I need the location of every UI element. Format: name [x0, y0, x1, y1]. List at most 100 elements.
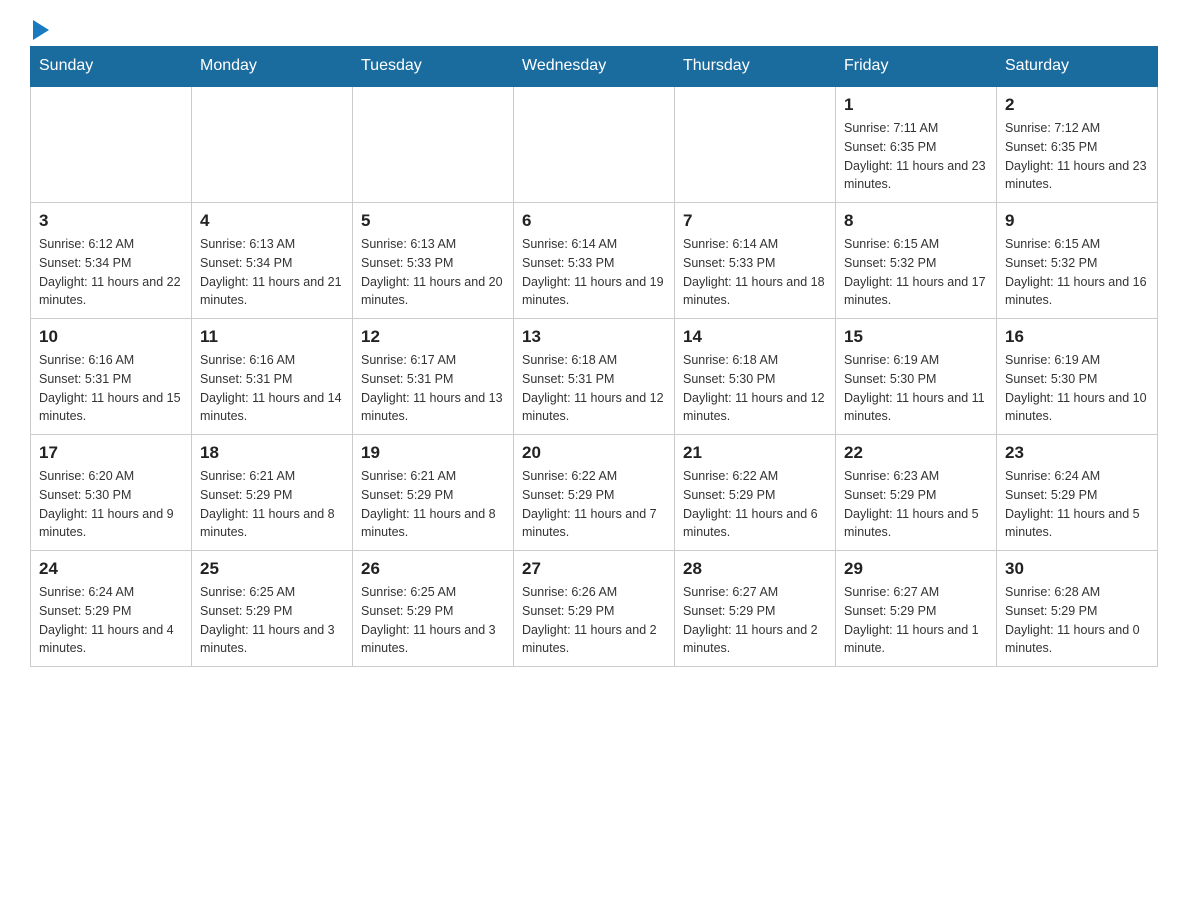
- day-number: 7: [683, 211, 827, 231]
- day-number: 26: [361, 559, 505, 579]
- day-of-week-header: Wednesday: [514, 47, 675, 87]
- day-number: 17: [39, 443, 183, 463]
- day-number: 1: [844, 95, 988, 115]
- calendar-header-row: SundayMondayTuesdayWednesdayThursdayFrid…: [31, 47, 1158, 87]
- day-number: 16: [1005, 327, 1149, 347]
- day-info: Sunrise: 6:13 AM Sunset: 5:34 PM Dayligh…: [200, 235, 344, 310]
- day-info: Sunrise: 6:20 AM Sunset: 5:30 PM Dayligh…: [39, 467, 183, 542]
- day-info: Sunrise: 6:16 AM Sunset: 5:31 PM Dayligh…: [39, 351, 183, 426]
- day-number: 21: [683, 443, 827, 463]
- day-info: Sunrise: 6:27 AM Sunset: 5:29 PM Dayligh…: [844, 583, 988, 658]
- calendar-week-row: 10Sunrise: 6:16 AM Sunset: 5:31 PM Dayli…: [31, 319, 1158, 435]
- day-number: 3: [39, 211, 183, 231]
- calendar-week-row: 3 Sunrise: 6:12 AM Sunset: 5:34 PM Daylig…: [31, 203, 1158, 319]
- calendar-day-cell: 11 Sunrise: 6:16 AM Sunset: 5:31 PM Dayli…: [192, 319, 353, 435]
- logo: [30, 20, 49, 36]
- calendar-table: SundayMondayTuesdayWednesdayThursdayFrid…: [30, 46, 1158, 667]
- calendar-day-cell: [675, 86, 836, 203]
- logo-arrow-icon: [33, 20, 49, 40]
- calendar-day-cell: 18 Sunrise: 6:21 AM Sunset: 5:29 PM Dayli…: [192, 435, 353, 551]
- day-info: Sunrise: 6:16 AM Sunset: 5:31 PM Dayligh…: [200, 351, 344, 426]
- calendar-day-cell: [192, 86, 353, 203]
- calendar-day-cell: 23 Sunrise: 6:24 AM Sunset: 5:29 PM Dayli…: [997, 435, 1158, 551]
- day-info: Sunrise: 6:14 AM Sunset: 5:33 PM Dayligh…: [522, 235, 666, 310]
- day-of-week-header: Saturday: [997, 47, 1158, 87]
- day-number: 13: [522, 327, 666, 347]
- day-number: 22: [844, 443, 988, 463]
- calendar-day-cell: 12Sunrise: 6:17 AM Sunset: 5:31 PM Dayli…: [353, 319, 514, 435]
- calendar-day-cell: 19Sunrise: 6:21 AM Sunset: 5:29 PM Dayli…: [353, 435, 514, 551]
- day-info: Sunrise: 6:28 AM Sunset: 5:29 PM Dayligh…: [1005, 583, 1149, 658]
- day-info: Sunrise: 6:21 AM Sunset: 5:29 PM Dayligh…: [200, 467, 344, 542]
- day-info: Sunrise: 6:15 AM Sunset: 5:32 PM Dayligh…: [1005, 235, 1149, 310]
- calendar-day-cell: 28 Sunrise: 6:27 AM Sunset: 5:29 PM Dayli…: [675, 551, 836, 667]
- day-number: 27: [522, 559, 666, 579]
- calendar-day-cell: 17 Sunrise: 6:20 AM Sunset: 5:30 PM Dayli…: [31, 435, 192, 551]
- day-info: Sunrise: 6:24 AM Sunset: 5:29 PM Dayligh…: [39, 583, 183, 658]
- day-of-week-header: Sunday: [31, 47, 192, 87]
- calendar-week-row: 17 Sunrise: 6:20 AM Sunset: 5:30 PM Dayli…: [31, 435, 1158, 551]
- day-info: Sunrise: 6:13 AM Sunset: 5:33 PM Dayligh…: [361, 235, 505, 310]
- calendar-day-cell: 24Sunrise: 6:24 AM Sunset: 5:29 PM Dayli…: [31, 551, 192, 667]
- day-number: 2: [1005, 95, 1149, 115]
- day-info: Sunrise: 6:19 AM Sunset: 5:30 PM Dayligh…: [844, 351, 988, 426]
- calendar-day-cell: 5 Sunrise: 6:13 AM Sunset: 5:33 PM Daylig…: [353, 203, 514, 319]
- calendar-day-cell: 16Sunrise: 6:19 AM Sunset: 5:30 PM Dayli…: [997, 319, 1158, 435]
- day-info: Sunrise: 7:11 AM Sunset: 6:35 PM Dayligh…: [844, 119, 988, 194]
- calendar-day-cell: 1 Sunrise: 7:11 AM Sunset: 6:35 PM Daylig…: [836, 86, 997, 203]
- day-info: Sunrise: 6:18 AM Sunset: 5:31 PM Dayligh…: [522, 351, 666, 426]
- day-number: 30: [1005, 559, 1149, 579]
- day-of-week-header: Thursday: [675, 47, 836, 87]
- calendar-day-cell: 8 Sunrise: 6:15 AM Sunset: 5:32 PM Daylig…: [836, 203, 997, 319]
- day-info: Sunrise: 6:15 AM Sunset: 5:32 PM Dayligh…: [844, 235, 988, 310]
- calendar-day-cell: 13 Sunrise: 6:18 AM Sunset: 5:31 PM Dayli…: [514, 319, 675, 435]
- day-info: Sunrise: 6:22 AM Sunset: 5:29 PM Dayligh…: [522, 467, 666, 542]
- calendar-day-cell: 9Sunrise: 6:15 AM Sunset: 5:32 PM Daylig…: [997, 203, 1158, 319]
- calendar-day-cell: 2 Sunrise: 7:12 AM Sunset: 6:35 PM Daylig…: [997, 86, 1158, 203]
- day-number: 5: [361, 211, 505, 231]
- day-number: 20: [522, 443, 666, 463]
- day-number: 8: [844, 211, 988, 231]
- day-info: Sunrise: 6:22 AM Sunset: 5:29 PM Dayligh…: [683, 467, 827, 542]
- day-number: 14: [683, 327, 827, 347]
- day-of-week-header: Friday: [836, 47, 997, 87]
- calendar-day-cell: 20 Sunrise: 6:22 AM Sunset: 5:29 PM Dayli…: [514, 435, 675, 551]
- day-number: 25: [200, 559, 344, 579]
- day-number: 29: [844, 559, 988, 579]
- calendar-day-cell: 25Sunrise: 6:25 AM Sunset: 5:29 PM Dayli…: [192, 551, 353, 667]
- calendar-day-cell: 14 Sunrise: 6:18 AM Sunset: 5:30 PM Dayli…: [675, 319, 836, 435]
- calendar-day-cell: 7 Sunrise: 6:14 AM Sunset: 5:33 PM Daylig…: [675, 203, 836, 319]
- day-info: Sunrise: 6:24 AM Sunset: 5:29 PM Dayligh…: [1005, 467, 1149, 542]
- day-number: 28: [683, 559, 827, 579]
- day-info: Sunrise: 6:14 AM Sunset: 5:33 PM Dayligh…: [683, 235, 827, 310]
- day-number: 18: [200, 443, 344, 463]
- calendar-day-cell: [31, 86, 192, 203]
- calendar-day-cell: 6Sunrise: 6:14 AM Sunset: 5:33 PM Daylig…: [514, 203, 675, 319]
- calendar-day-cell: 30 Sunrise: 6:28 AM Sunset: 5:29 PM Dayli…: [997, 551, 1158, 667]
- calendar-day-cell: 15 Sunrise: 6:19 AM Sunset: 5:30 PM Dayli…: [836, 319, 997, 435]
- day-info: Sunrise: 6:27 AM Sunset: 5:29 PM Dayligh…: [683, 583, 827, 658]
- day-info: Sunrise: 6:26 AM Sunset: 5:29 PM Dayligh…: [522, 583, 666, 658]
- page-header: [30, 20, 1158, 36]
- day-number: 23: [1005, 443, 1149, 463]
- calendar-day-cell: 29 Sunrise: 6:27 AM Sunset: 5:29 PM Dayli…: [836, 551, 997, 667]
- day-of-week-header: Tuesday: [353, 47, 514, 87]
- calendar-day-cell: 21 Sunrise: 6:22 AM Sunset: 5:29 PM Dayli…: [675, 435, 836, 551]
- calendar-day-cell: [514, 86, 675, 203]
- day-number: 15: [844, 327, 988, 347]
- day-info: Sunrise: 6:12 AM Sunset: 5:34 PM Dayligh…: [39, 235, 183, 310]
- calendar-day-cell: 22Sunrise: 6:23 AM Sunset: 5:29 PM Dayli…: [836, 435, 997, 551]
- calendar-week-row: 24Sunrise: 6:24 AM Sunset: 5:29 PM Dayli…: [31, 551, 1158, 667]
- calendar-day-cell: 4 Sunrise: 6:13 AM Sunset: 5:34 PM Daylig…: [192, 203, 353, 319]
- day-info: Sunrise: 6:25 AM Sunset: 5:29 PM Dayligh…: [361, 583, 505, 658]
- day-number: 11: [200, 327, 344, 347]
- calendar-week-row: 1 Sunrise: 7:11 AM Sunset: 6:35 PM Daylig…: [31, 86, 1158, 203]
- calendar-day-cell: [353, 86, 514, 203]
- calendar-day-cell: 27 Sunrise: 6:26 AM Sunset: 5:29 PM Dayli…: [514, 551, 675, 667]
- day-info: Sunrise: 6:21 AM Sunset: 5:29 PM Dayligh…: [361, 467, 505, 542]
- calendar-day-cell: 10Sunrise: 6:16 AM Sunset: 5:31 PM Dayli…: [31, 319, 192, 435]
- day-info: Sunrise: 6:18 AM Sunset: 5:30 PM Dayligh…: [683, 351, 827, 426]
- calendar-day-cell: 3 Sunrise: 6:12 AM Sunset: 5:34 PM Daylig…: [31, 203, 192, 319]
- day-number: 4: [200, 211, 344, 231]
- day-info: Sunrise: 7:12 AM Sunset: 6:35 PM Dayligh…: [1005, 119, 1149, 194]
